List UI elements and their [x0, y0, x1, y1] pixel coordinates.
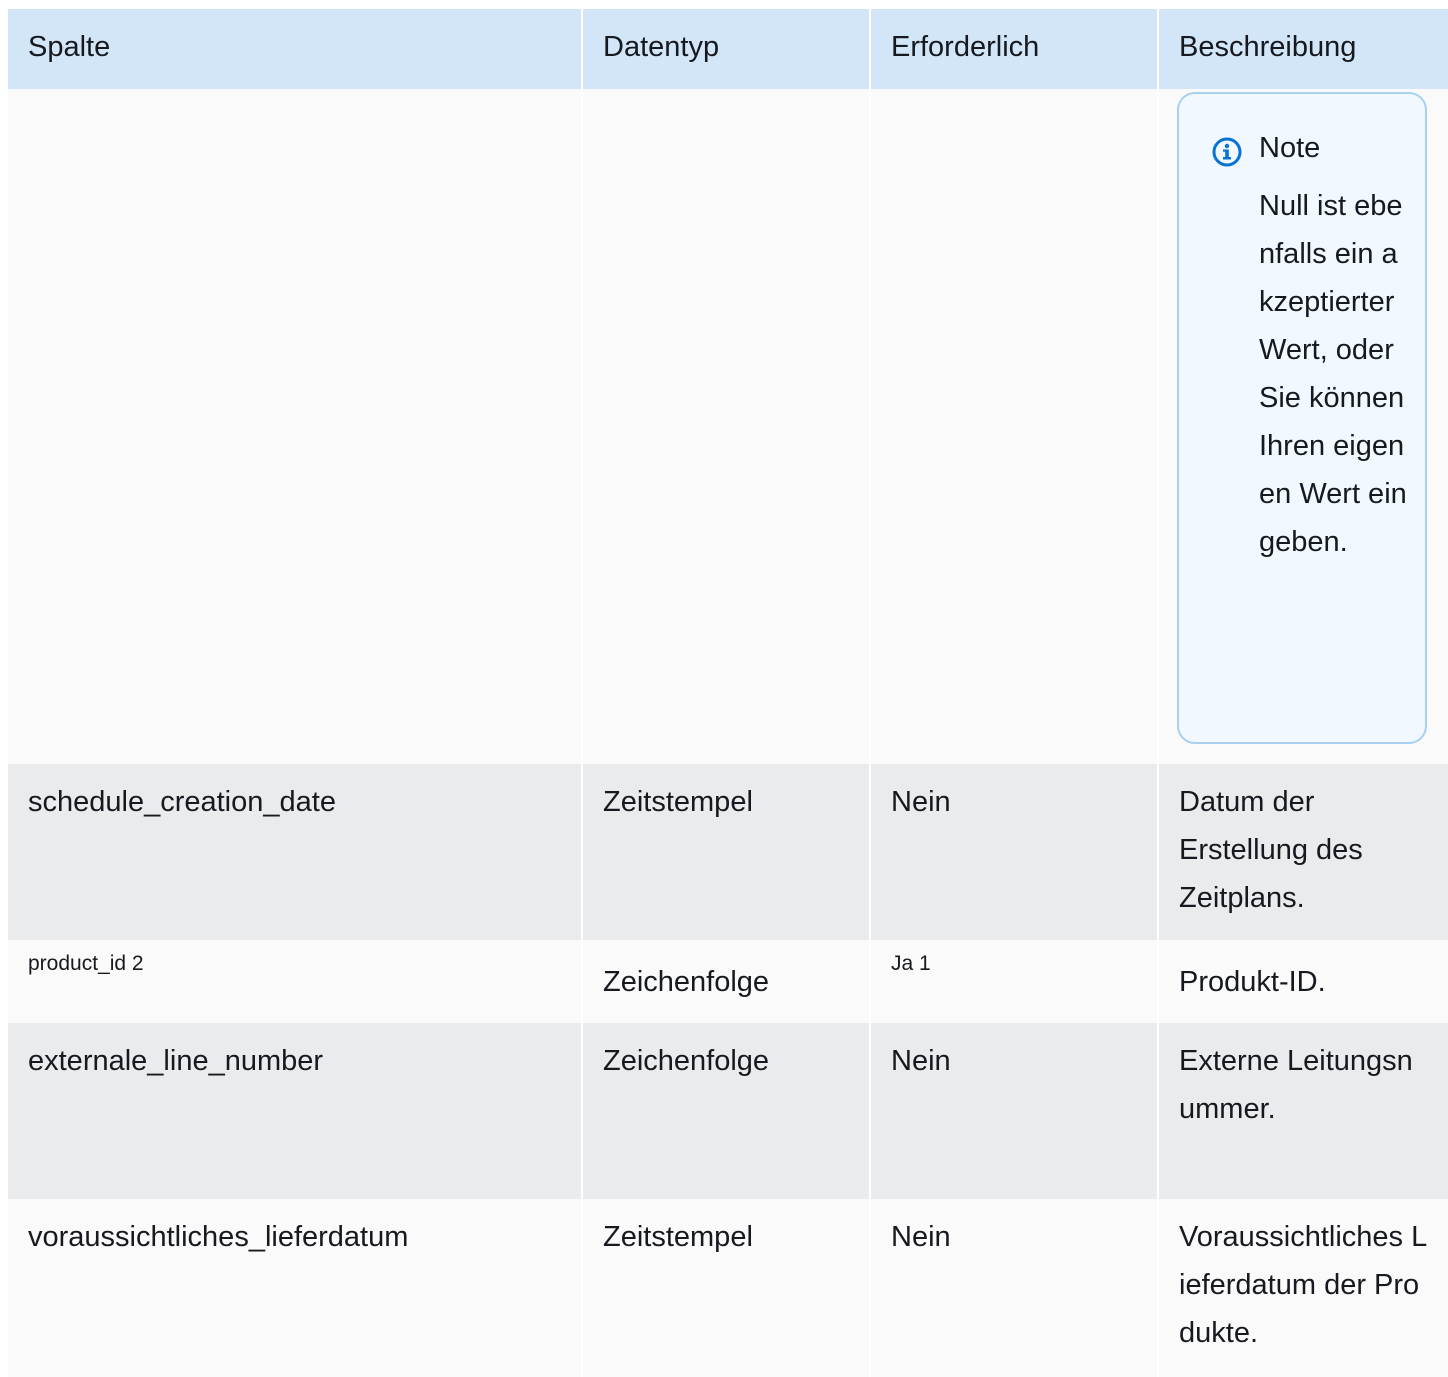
- table-cell: [8, 89, 583, 764]
- cell-beschreibung: Externe Leitungsnummer.: [1159, 1023, 1448, 1199]
- note-callout: Note Null ist ebenfalls ein akzeptierter…: [1177, 92, 1427, 744]
- note-title: Note: [1259, 132, 1321, 164]
- header-datentyp: Datentyp: [583, 9, 871, 89]
- table-cell: [583, 89, 871, 764]
- cell-beschreibung: Datum der Erstellung des Zeitplans.: [1159, 764, 1448, 940]
- cell-erforderlich: Nein: [871, 1023, 1159, 1199]
- info-icon: [1212, 137, 1242, 167]
- cell-beschreibung: Voraussichtliches Lieferdatum der Produk…: [1159, 1199, 1448, 1377]
- note-text: Null ist ebenfalls ein akzeptierter Wert…: [1259, 190, 1407, 558]
- header-erforderlich: Erforderlich: [871, 9, 1159, 89]
- cell-datentyp: Zeichenfolge: [583, 1023, 871, 1199]
- cell-erforderlich: Nein: [871, 1199, 1159, 1377]
- cell-beschreibung: Produkt-ID.: [1159, 940, 1448, 1023]
- cell-spalte: externale_line_number: [8, 1023, 583, 1199]
- table-cell: [871, 89, 1159, 764]
- cell-datentyp: Zeitstempel: [583, 764, 871, 940]
- cell-datentyp: Zeitstempel: [583, 1199, 871, 1377]
- cell-spalte: voraussichtliches_lieferdatum: [8, 1199, 583, 1377]
- cell-datentyp: Zeichenfolge: [583, 940, 871, 1023]
- cell-spalte: product_id 2: [8, 940, 583, 1023]
- cell-spalte: schedule_creation_date: [8, 764, 583, 940]
- data-table: Spalte Datentyp Erforderlich Beschreibun…: [8, 9, 1448, 1377]
- header-beschreibung: Beschreibung: [1159, 9, 1448, 89]
- table-cell: Note Null ist ebenfalls ein akzeptierter…: [1159, 89, 1448, 764]
- cell-erforderlich: Nein: [871, 764, 1159, 940]
- cell-erforderlich: Ja 1: [871, 940, 1159, 1023]
- header-spalte: Spalte: [8, 9, 583, 89]
